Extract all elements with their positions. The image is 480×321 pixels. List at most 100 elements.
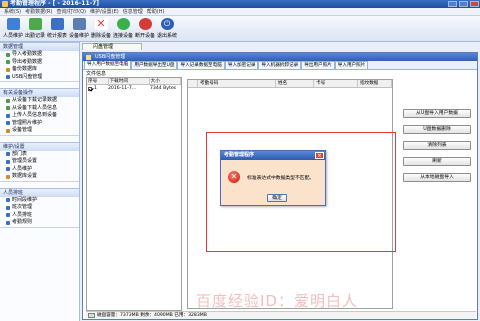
menu-system[interactable]: 系统(S) [4,8,21,15]
sidebar-item-database[interactable]: 数据库设置 [0,173,79,181]
report-icon [50,18,64,30]
database-icon [6,67,10,72]
sidebar-item-departments[interactable]: 部门表 [0,151,79,159]
toolbar-report-button[interactable]: 统计报表 [46,16,68,40]
sidebar-item-photos[interactable]: 管理照片维护 [0,120,79,128]
sidebar-item-devices[interactable]: 设备管理 [0,127,79,135]
toolbar-device-button[interactable]: 设备维护 [68,16,90,40]
col-size[interactable]: 大小 [150,78,181,84]
col-fingerprint[interactable]: 指纹数据 [358,80,392,87]
sidebar-item-shifts[interactable]: 班次管理 [0,204,79,212]
tab-import-records[interactable]: 导入记录数据至电脑 [177,61,225,69]
download-icon [6,98,10,103]
tab-import-users[interactable]: 导入用户数据至电脑 [84,60,132,69]
import-icon [6,52,10,57]
refresh-button[interactable]: 刷新 [403,157,471,166]
sidebar-item-scheduling[interactable]: 人员排班 [0,212,79,220]
sidebar-item-import[interactable]: 导入考勤数据 [0,51,79,59]
row-checkbox[interactable] [88,86,92,91]
sidebar-item-rules[interactable]: 考勤规则 [0,219,79,227]
sidebar-item-users[interactable]: 人员维护 [0,166,79,174]
col-index[interactable]: 序号 [87,78,109,84]
toolbar-users-button[interactable]: 人员维护 [2,16,24,40]
sidebar-group-header[interactable]: 有关设备操作 [0,88,79,97]
delete-icon: ✕ [94,17,108,30]
close-window-button[interactable] [470,1,479,7]
toolbar-delete-device-button[interactable]: ✕ 删除设备 [90,16,112,40]
dialog-close-button[interactable]: × [315,152,324,159]
menu-maintenance[interactable]: 维护/设置(E) [90,8,119,15]
power-icon: ⏻ [160,18,174,30]
sidebar-item-admins[interactable]: 管理员设置 [0,158,79,166]
col-employee-no[interactable]: 考勤号码 [198,80,276,87]
device-icon [72,18,86,30]
sidebar-item-label: 管理照片维护 [12,119,43,126]
col-card-no[interactable]: 卡号 [314,80,358,87]
ok-button[interactable]: 确定 [267,194,287,202]
user-table-header: 考勤号码 姓名 卡号 指纹数据 [188,80,392,88]
menu-query-print[interactable]: 查询/打印(Q) [56,8,86,15]
file-row[interactable]: 1 2016-11-7... 7344 Bytes [87,85,181,92]
disk-usage-icon [88,313,95,318]
user-icon [6,167,10,172]
sidebar-item-label: 数据库设置 [12,173,38,179]
tab-import-tamper[interactable]: 导入机器拆卸记录 [258,61,302,69]
sidebar-item-backup[interactable]: 备份数据库 [0,66,79,74]
disk-status-bar: 磁盘容量：7373MB 剩余：4090MB 已用：3283MB [86,311,476,319]
tab-export-photos[interactable]: 导出用户照片 [301,61,335,69]
tab-import-photos[interactable]: 导入用户照片 [334,61,369,69]
record-icon [28,18,42,30]
sidebar-group-header[interactable]: 数据管理 [0,42,79,51]
sidebar-item-label: 管理员设置 [12,158,38,164]
toolbar-connect-button[interactable]: 连接设备 [112,16,134,40]
sidebar-item-usb[interactable]: USB闪盘管理 [0,74,79,82]
doc-tab-usb[interactable]: 闪盘管理 [82,43,142,50]
sidebar: 数据管理 导入考勤数据 导出考勤数据 备份数据库 USB闪盘管理 有关设备操作 … [0,42,80,321]
usb-icon [6,75,10,80]
sidebar-item-export[interactable]: 导出考勤数据 [0,59,79,67]
dialog-title: 考勤管理程序 [224,152,255,158]
tab-export-users[interactable]: 用户数据导出至U盘 [131,61,178,69]
window-title: 考勤管理程序 - [ - 2016-11-7] [10,0,100,7]
menu-info-management[interactable]: 信息管理 [123,8,143,15]
error-dialog: 考勤管理程序 × ✕ 标准表达式中数据类型不匹配。 确定 [220,150,326,206]
clear-list-button[interactable]: 清除列表 [403,141,471,150]
sidebar-group-header[interactable]: 维护/设置 [0,141,79,151]
sidebar-item-label: 备份数据库 [12,66,38,72]
device-icon [6,128,10,133]
sidebar-item-label: 人员排班 [12,211,33,218]
tab-import-encrypted[interactable]: 导入加密记录 [224,61,259,69]
col-blank [188,80,198,87]
error-icon: ✕ [228,171,240,183]
col-time[interactable]: 下载时间 [109,78,150,84]
sidebar-item-download-records[interactable]: 从设备下载记录数据 [0,97,79,105]
toolbar-exit-button[interactable]: ⏻ 退出系统 [156,16,178,40]
window-title-bar: 考勤管理程序 - [ - 2016-11-7] [0,0,480,8]
sidebar-group-header[interactable]: 人员排班 [0,187,79,197]
maximize-button[interactable] [459,1,468,7]
file-size: 7344 Bytes [150,86,177,91]
delete-usb-data-button[interactable]: U盘数据删除 [403,125,471,134]
toolbar-records-button[interactable]: 出勤记录 [24,16,46,40]
file-time: 2016-11-7... [108,86,137,91]
usb-icon [86,54,91,60]
col-name[interactable]: 姓名 [276,80,314,87]
sidebar-item-label: 班次管理 [12,204,33,210]
menu-help[interactable]: 帮助(H) [147,8,165,15]
toolbar-label: 断开设备 [134,33,155,39]
menu-attendance-data[interactable]: 考勤数据(R) [25,8,52,15]
minimize-button[interactable] [448,1,457,7]
sidebar-item-label: 考勤规则 [12,219,33,225]
import-from-usb-button[interactable]: 从U盘导入用户数据 [403,109,471,118]
sidebar-item-label: 上传人员信息到设备 [12,112,58,118]
usb-tab-strip: 导入用户数据至电脑 用户数据导出至U盘 导入记录数据至电脑 导入加密记录 导入机… [83,60,477,70]
sidebar-item-timeslots[interactable]: 时间段维护 [0,197,79,205]
sidebar-item-download-users[interactable]: 从设备下载人员信息 [0,105,79,113]
toolbar-label: 连接设备 [112,33,133,39]
file-list-header: 序号 下载时间 大小 [87,78,181,85]
app-icon [2,1,8,7]
toolbar-disconnect-button[interactable]: 断开设备 [134,16,156,40]
sidebar-item-upload-users[interactable]: 上传人员信息到设备 [0,112,79,120]
import-from-disk-button[interactable]: 从本地磁盘导入 [403,173,471,182]
admin-icon [6,159,10,164]
